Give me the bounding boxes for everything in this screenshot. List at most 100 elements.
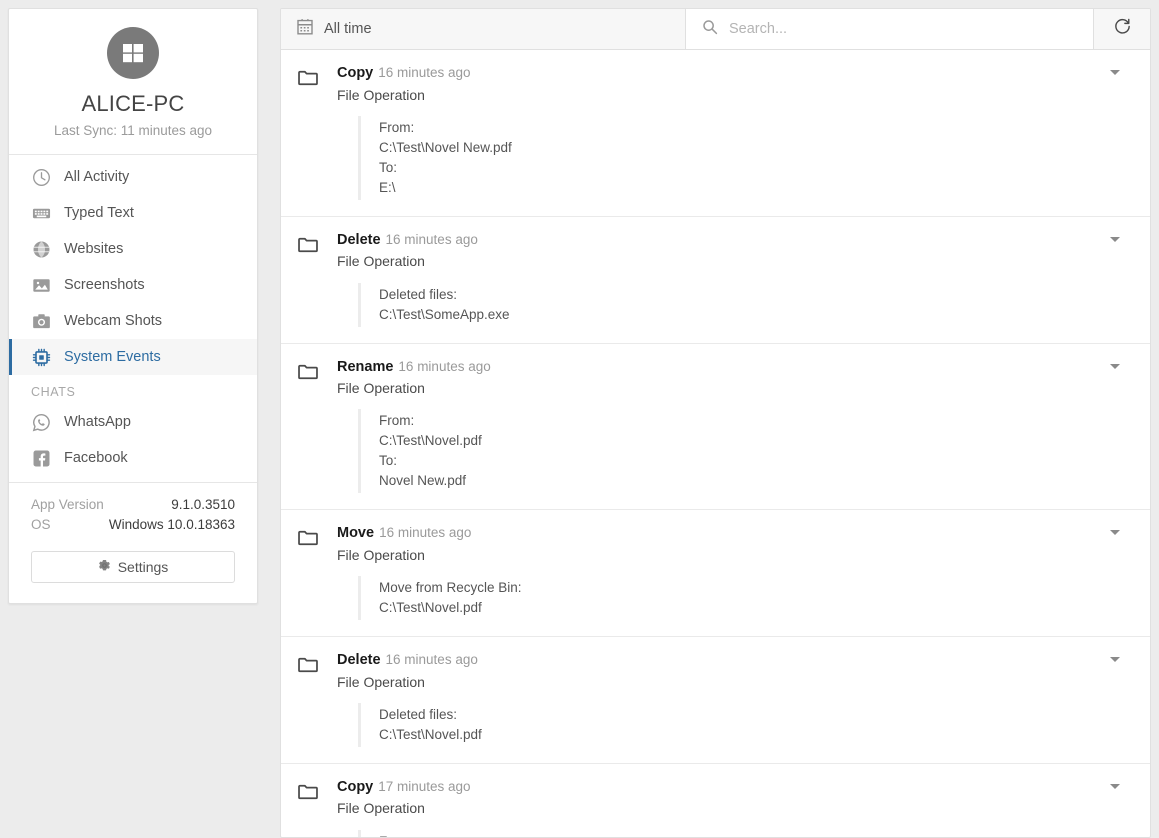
event-action-label: Delete [337,231,381,248]
whatsapp-icon [31,412,52,433]
event-row[interactable]: Copy 16 minutes ago File Operation From: C:\… [281,50,1150,217]
meta-value: 9.1.0.3510 [171,497,235,513]
windows-logo-icon [107,27,159,79]
event-details: Move from Recycle Bin: C:\Test\Novel.pdf [358,576,1134,621]
event-subtitle: File Operation [337,253,425,270]
event-subtitle: File Operation [337,546,425,563]
sidebar-item-label: Websites [64,241,124,258]
sidebar-container: ALICE-PC Last Sync: 11 minutes ago All A… [0,0,280,838]
folder-icon [297,231,337,327]
event-body: Delete 16 minutes ago File Operation Delete… [337,651,1134,747]
chevron-down-icon[interactable] [1110,530,1120,536]
event-timestamp: 16 minutes ago [398,358,491,374]
event-row[interactable]: Delete 16 minutes ago File Operation Delete… [281,637,1150,764]
sidebar-item-label: Typed Text [64,205,134,222]
event-action-label: Delete [337,652,381,669]
sidebar-item-websites[interactable]: Websites [9,231,257,267]
folder-icon [297,524,337,620]
sidebar-item-label: WhatsApp [64,414,131,431]
search-icon [702,19,718,40]
sidebar-item-label: Facebook [64,450,128,467]
event-detail-line: From: [379,413,415,429]
event-title: Copy 16 minutes ago [337,64,1134,84]
gear-icon [98,559,111,575]
event-detail-line: C:\Test\Novel New.pdf [379,139,512,155]
event-body: Copy17 minutes ago File Operation From:C:\… [337,778,1134,837]
event-body: Move 16 minutes ago File Operation Move fro… [337,524,1134,621]
chevron-down-icon[interactable] [1110,657,1120,663]
event-row[interactable]: Delete 16 minutes ago File Operation Delete… [281,217,1150,344]
event-details: From: C:\Test\Novel New.pdf To: E:\ [358,115,1134,200]
event-detail-line: Novel New.pdf [379,473,467,489]
meta-row: App Version 9.1.0.3510 [31,497,235,512]
camera-icon [31,311,52,332]
sidebar-item-facebook[interactable]: Facebook [9,440,257,476]
sidebar-item-system-events[interactable]: System Events [9,339,257,376]
settings-button[interactable]: Settings [31,551,235,584]
event-timestamp: 16 minutes ago [385,652,478,668]
event-details: From: C:\Test\Novel.pdf To: Novel New.pdf [358,409,1134,494]
date-filter-button[interactable]: All time [281,9,686,49]
event-timestamp: 16 minutes ago [378,65,471,80]
event-body: Delete 16 minutes ago File Operation Delete… [337,231,1134,327]
meta-key: OS [31,517,51,533]
event-action-label: Copy [337,65,374,81]
folder-icon [297,64,337,200]
event-detail-line: C:\Test\Novel.pdf [379,600,482,616]
event-subtitle: File Operation [337,380,425,397]
sidebar-item-label: Screenshots [64,277,145,294]
folder-icon [297,358,337,494]
image-icon [31,275,52,296]
event-subtitle: File Operation [337,86,425,103]
last-sync-label: Last Sync: 11 minutes ago [53,123,213,139]
search-container [686,9,1094,49]
sidebar-item-webcam-shots[interactable]: Webcam Shots [9,303,257,339]
event-detail-line: To: [379,159,398,175]
chevron-down-icon[interactable] [1110,70,1120,75]
event-detail-line: C:\Test\Novel.pdf [379,433,482,449]
refresh-button[interactable] [1094,9,1150,49]
meta-value: Windows 10.0.18363 [108,517,235,533]
event-details: Deleted files: C:\Test\Novel.pdf [358,702,1134,747]
event-details: From:C:\Test\family-secrets.rtfTo:E:\ [358,829,1134,837]
settings-container: Settings [9,541,257,603]
event-list: Copy 16 minutes ago File Operation From: C:\… [281,50,1150,837]
event-title: Delete 16 minutes ago [337,231,1134,251]
event-row[interactable]: Copy17 minutes ago File Operation From:C:\… [281,764,1150,837]
event-detail-line: To: [379,453,398,469]
event-row[interactable]: Move 16 minutes ago File Operation Move fro… [281,510,1150,638]
chevron-down-icon[interactable] [1110,236,1120,242]
meta-row: OS Windows 10.0.18363 [31,517,235,532]
sidebar-item-all-activity[interactable]: All Activity [9,159,257,195]
event-title: Move 16 minutes ago [337,524,1134,544]
event-detail-line: C:\Test\SomeApp.exe [379,306,510,322]
event-row[interactable]: Rename 16 minutes ago File Operation From: C… [281,344,1150,511]
cpu-chip-icon [31,347,52,368]
event-action-label: Rename [337,358,394,375]
device-header: ALICE-PC Last Sync: 11 minutes ago [9,9,257,156]
event-detail-line: Deleted files: [379,286,458,302]
chevron-down-icon[interactable] [1110,363,1120,369]
event-body: Copy 16 minutes ago File Operation From: C:\… [337,64,1134,200]
main-area: All time Copy1 [280,0,1159,838]
event-detail-line: C:\Test\Novel.pdf [379,726,482,742]
facebook-icon [31,448,52,469]
sidebar-item-label: Webcam Shots [64,313,163,330]
event-subtitle: File Operation [337,673,425,690]
sidebar-item-typed-text[interactable]: Typed Text [9,195,257,231]
folder-icon [297,778,337,837]
event-timestamp: 16 minutes ago [385,231,478,247]
event-detail-line: E:\ [379,179,396,195]
sidebar-item-screenshots[interactable]: Screenshots [9,267,257,303]
event-action-label: Copy [337,778,374,795]
event-title: Delete 16 minutes ago [337,651,1134,671]
meta-key: App Version [31,497,104,513]
sidebar-item-whatsapp[interactable]: WhatsApp [9,404,257,440]
event-title: Rename 16 minutes ago [337,358,1134,378]
event-details: Deleted files: C:\Test\SomeApp.exe [358,282,1134,327]
search-input[interactable] [729,21,1077,37]
refresh-icon [1113,17,1132,41]
event-detail-line: Move from Recycle Bin: [379,580,522,596]
folder-icon [297,651,337,747]
chevron-down-icon[interactable] [1110,783,1120,789]
